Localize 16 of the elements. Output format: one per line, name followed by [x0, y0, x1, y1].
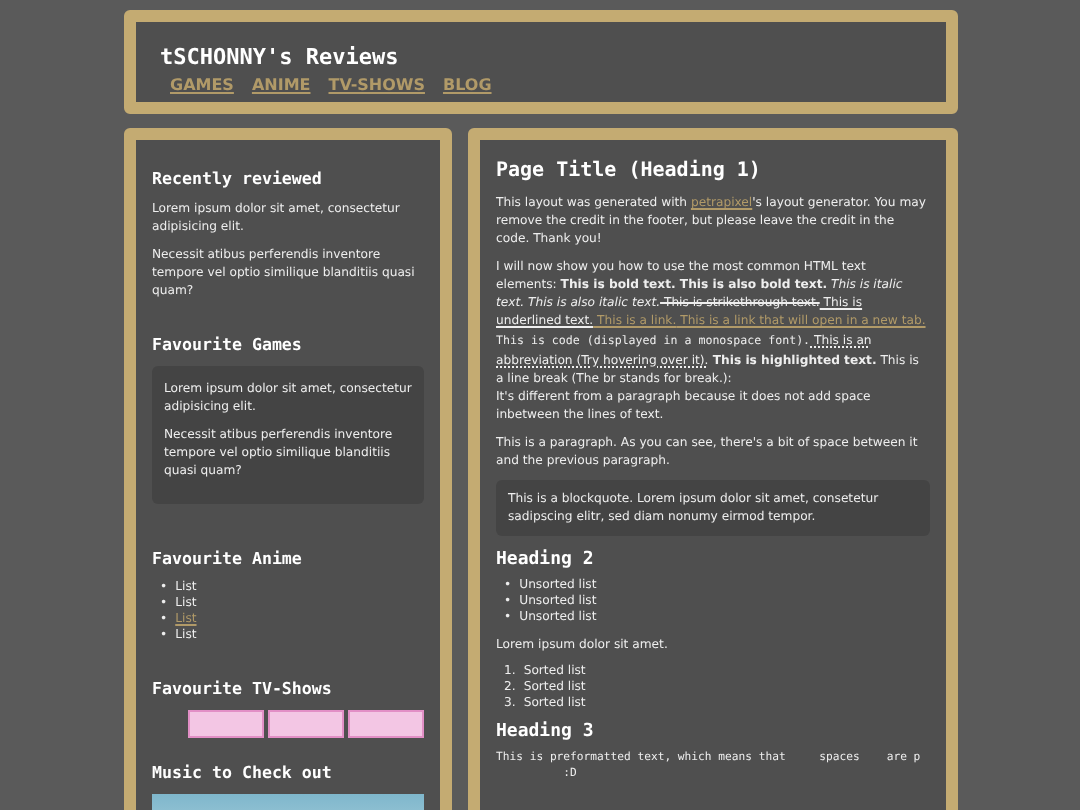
- nav-link[interactable]: TV-SHOWS: [328, 76, 425, 94]
- badge-image[interactable]: [348, 710, 424, 738]
- nav-link[interactable]: BLOG: [442, 76, 492, 94]
- heading: Heading 2: [496, 550, 596, 570]
- site-title: tSCHONNY's Reviews: [160, 44, 401, 70]
- badge-image[interactable]: [188, 710, 264, 738]
- section-heading: Favourite Anime: [152, 548, 304, 568]
- section-heading: Favourite TV-Shows: [152, 678, 334, 698]
- nav-link[interactable]: GAMES: [170, 76, 234, 94]
- badge-image[interactable]: [268, 710, 344, 738]
- section-heading: Recently reviewed: [152, 168, 324, 188]
- nav-link[interactable]: ANIME: [251, 76, 311, 94]
- section-heading: Favourite Games: [152, 334, 304, 354]
- heading: Heading 3: [496, 722, 596, 742]
- page-title: Page Title (Heading 1): [496, 160, 763, 182]
- section-heading: Music to Check out: [152, 762, 334, 782]
